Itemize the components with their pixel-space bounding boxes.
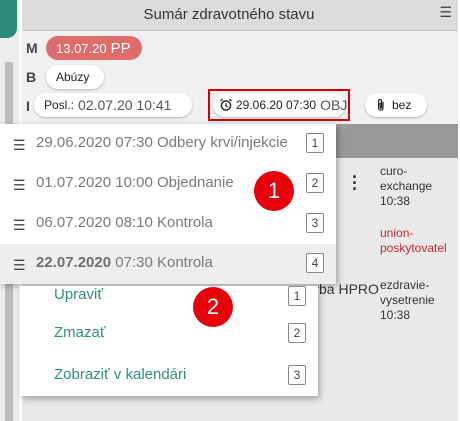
obj-time: 29.06.20 07:30 — [236, 98, 317, 112]
row-letter-b: B — [26, 69, 37, 85]
appointment-item[interactable]: ☰ 29.06.2020 07:30 Odbery krvi/injekcie … — [0, 124, 336, 164]
appointment-text: 22.07.2020 07:30 Kontrola — [36, 254, 213, 271]
attachment-label: bez — [392, 98, 412, 112]
obj-label: OBJ — [320, 97, 348, 113]
attachment-pill[interactable]: bez — [365, 93, 427, 117]
appointment-label: Kontrola — [156, 214, 213, 231]
last-visit-value: 02.07.20 10:41 — [78, 97, 172, 113]
hamburger-icon[interactable]: ☰ — [439, 4, 452, 21]
m-pill-date: 13.07.20 — [56, 40, 107, 56]
panel-title: Sumár zdravotného stavu — [143, 6, 315, 23]
appointment-label: Objednanie — [156, 174, 234, 191]
panel-header: Sumár zdravotného stavu ☰ — [22, 0, 458, 31]
appointment-text: 29.06.2020 07:30 Odbery krvi/injekcie — [36, 134, 288, 151]
timeline-entry: curo- exchange 10:38 — [380, 164, 460, 209]
appointment-date: 01.07.2020 — [36, 174, 112, 191]
m-status-pill[interactable]: 13.07.20 PP — [46, 36, 142, 60]
entry-time: 10:38 — [380, 308, 411, 322]
sidebar-accent[interactable] — [0, 0, 17, 38]
shortcut-number: 3 — [288, 365, 306, 385]
shortcut-number: 2 — [306, 173, 324, 193]
timeline-entry: ezdravie- vysetrenie 10:38 — [380, 278, 460, 323]
timeline-entry: union- poskytovatel — [380, 226, 460, 256]
appointment-text: 06.07.2020 08:10 Kontrola — [36, 214, 213, 231]
entry-line: curo- — [380, 164, 408, 178]
entry-time: 10:38 — [380, 194, 411, 208]
shortcut-number: 2 — [288, 323, 306, 343]
appointment-item[interactable]: ☰ 06.07.2020 08:10 Kontrola 3 — [0, 204, 336, 244]
drag-handle-icon[interactable]: ☰ — [13, 257, 26, 274]
delete-menu-item[interactable]: Zmazať — [54, 324, 105, 341]
paperclip-icon — [375, 98, 387, 112]
callout-marker-2: 2 — [193, 287, 233, 327]
drag-handle-icon[interactable]: ☰ — [13, 177, 26, 194]
appointment-date: 22.07.2020 — [36, 254, 112, 271]
entry-line: vysetrenie — [380, 293, 435, 307]
context-submenu: Upraviť 1 Zmazať 2 Zobraziť v kalendári … — [20, 286, 318, 396]
appointment-time: 10:00 — [115, 174, 153, 191]
shortcut-number: 4 — [306, 253, 324, 273]
obj-appointment-pill[interactable]: 29.06.20 07:30 OBJ — [213, 93, 348, 117]
entry-line: ezdravie- — [380, 278, 430, 292]
appointment-time: 07:30 — [115, 134, 153, 151]
m-pill-code: PP — [110, 39, 131, 57]
edit-menu-item[interactable]: Upraviť — [54, 286, 103, 303]
appointment-time: 07:30 — [115, 254, 153, 271]
appointment-time: 08:10 — [115, 214, 153, 231]
callout-marker-1: 1 — [254, 171, 294, 211]
vertical-dots-icon[interactable]: · · · — [352, 168, 358, 198]
show-in-calendar-menu-item[interactable]: Zobraziť v kalendári — [54, 366, 186, 383]
drag-handle-icon[interactable]: ☰ — [13, 217, 26, 234]
row-letter-i: I — [26, 98, 30, 114]
last-visit-prefix: Posl.: — [44, 98, 75, 112]
shortcut-number: 3 — [306, 213, 324, 233]
appointment-label: Odbery krvi/injekcie — [156, 134, 288, 151]
last-visit-pill[interactable]: Posl.: 02.07.20 10:41 — [34, 93, 192, 117]
appointment-text: 01.07.2020 10:00 Objednanie — [36, 174, 234, 191]
row-letter-m: M — [26, 40, 38, 56]
entry-line: poskytovatel — [380, 241, 447, 255]
alarm-clock-icon — [219, 98, 233, 112]
abuzy-pill[interactable]: Abúzy — [46, 65, 104, 89]
entry-line: union- — [380, 226, 414, 240]
appointment-label: Kontrola — [156, 254, 213, 271]
entry-line: exchange — [380, 179, 433, 193]
appointment-item-active[interactable]: ☰ 22.07.2020 07:30 Kontrola 4 — [0, 244, 336, 284]
drag-handle-icon[interactable]: ☰ — [13, 137, 26, 154]
abuzy-label: Abúzy — [56, 70, 90, 84]
appointment-date: 29.06.2020 — [36, 134, 112, 151]
shortcut-number: 1 — [288, 286, 306, 306]
shortcut-number: 1 — [306, 133, 324, 153]
appointment-date: 06.07.2020 — [36, 214, 112, 231]
